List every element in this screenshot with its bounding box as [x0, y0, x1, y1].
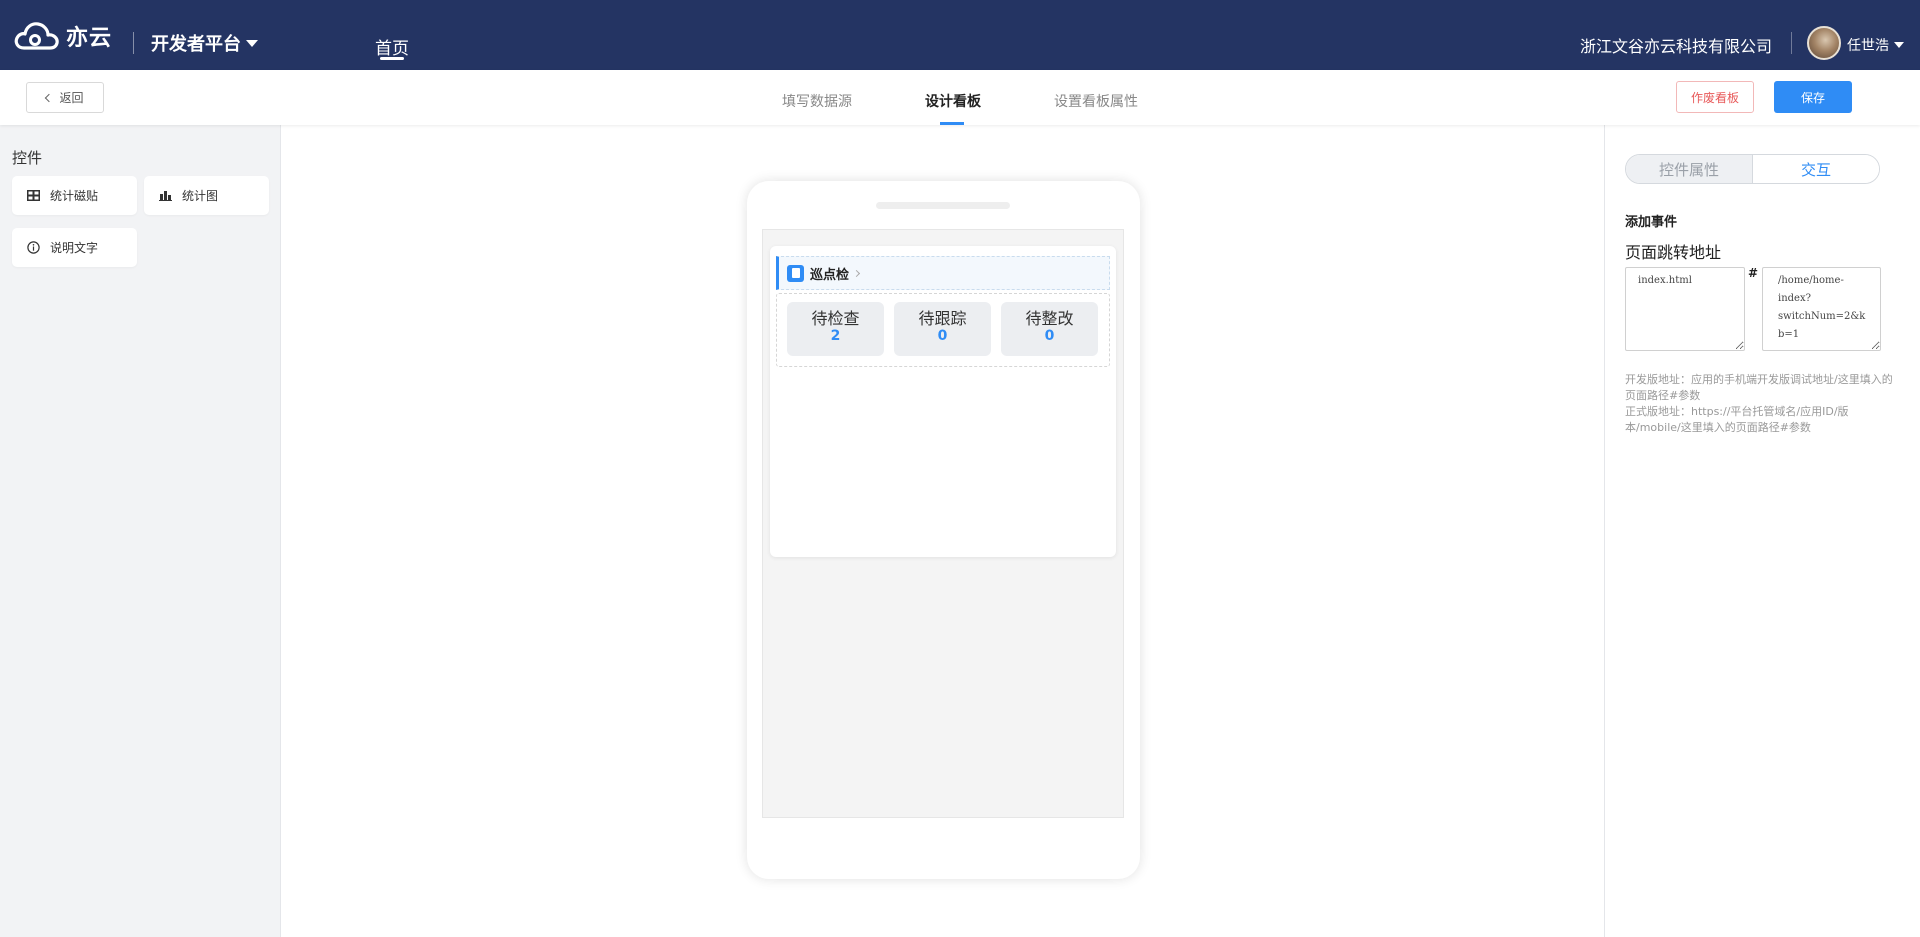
stat-value: 0	[1044, 328, 1055, 344]
username-label: 任世浩	[1847, 38, 1889, 54]
platform-label: 开发者平台	[151, 34, 241, 55]
stat-tile[interactable]: 待跟踪 0	[894, 302, 991, 356]
component-description-text[interactable]: 说明文字	[12, 228, 137, 267]
info-circle-icon	[26, 241, 40, 255]
stat-value: 0	[937, 328, 948, 344]
platform-dropdown[interactable]: 开发者平台	[151, 30, 258, 56]
header-divider	[133, 32, 134, 54]
avatar[interactable]	[1807, 26, 1841, 60]
card-header[interactable]: 巡点检	[776, 256, 1110, 290]
component-label: 统计图	[182, 189, 219, 203]
component-stat-chart[interactable]: 统计图	[144, 176, 269, 215]
property-tabs: 控件属性 交互	[1625, 154, 1880, 184]
hash-separator: #	[1748, 266, 1759, 280]
brand-name: 亦云	[66, 26, 113, 51]
chevron-left-icon	[45, 93, 54, 102]
tile-grid-icon	[26, 189, 40, 203]
page-params-input[interactable]: /home/home-index?switchNum=2&kb=1	[1762, 267, 1881, 351]
stat-tile[interactable]: 待整改 0	[1001, 302, 1098, 356]
stat-label: 待跟踪	[918, 309, 967, 328]
add-event-title: 添加事件	[1625, 215, 1678, 230]
component-label: 统计磁贴	[50, 189, 99, 203]
back-button[interactable]: 返回	[26, 82, 104, 113]
help-prod-address: 正式版地址：https://平台托管域名/应用ID/版本/mobile/这里填入…	[1625, 405, 1849, 434]
tab-design-board[interactable]: 设计看板	[925, 91, 981, 111]
phone-speaker	[876, 202, 1010, 209]
caret-down-icon	[1894, 42, 1904, 48]
stat-label: 待整改	[1025, 309, 1074, 328]
cloud-logo-icon	[14, 22, 59, 50]
editor-toolbar: 返回 填写数据源 设计看板 设置看板属性 作废看板 保存	[0, 70, 1920, 125]
stat-label: 待检查	[811, 309, 860, 328]
tab-active-indicator	[940, 122, 964, 125]
chevron-right-icon	[852, 269, 861, 277]
bar-chart-icon	[158, 189, 172, 203]
tab-interaction[interactable]: 交互	[1752, 155, 1879, 183]
void-board-button[interactable]: 作废看板	[1676, 81, 1754, 113]
user-menu[interactable]: 任世浩	[1847, 35, 1904, 55]
tab-component-properties[interactable]: 控件属性	[1626, 155, 1752, 183]
save-button[interactable]: 保存	[1774, 81, 1852, 113]
stat-tile[interactable]: 待检查 2	[787, 302, 884, 356]
component-stat-tile[interactable]: 统计磁贴	[12, 176, 137, 215]
components-title: 控件	[12, 149, 43, 167]
caret-down-icon	[246, 39, 258, 47]
help-dev-address: 开发版地址：应用的手机端开发版调试地址/这里填入的页面路径#参数	[1625, 373, 1893, 402]
top-header: 亦云 开发者平台 首页 浙江文谷亦云科技有限公司 任世浩	[0, 0, 1920, 70]
document-icon	[787, 264, 804, 282]
user-divider	[1791, 32, 1792, 54]
nav-home[interactable]: 首页	[375, 34, 409, 59]
company-name: 浙江文谷亦云科技有限公司	[1580, 37, 1773, 56]
nav-active-indicator	[380, 57, 404, 60]
tab-data-source[interactable]: 填写数据源	[782, 91, 852, 111]
brand-logo[interactable]: 亦云	[14, 20, 112, 52]
help-text: 开发版地址：应用的手机端开发版调试地址/这里填入的页面路径#参数 正式版地址：h…	[1625, 372, 1897, 436]
back-label: 返回	[59, 91, 84, 105]
tab-board-properties[interactable]: 设置看板属性	[1054, 91, 1138, 111]
card-title: 巡点检	[810, 267, 850, 283]
stat-value: 2	[830, 328, 841, 344]
jump-url-label: 页面跳转地址	[1625, 243, 1722, 262]
page-path-input[interactable]: index.html	[1625, 267, 1745, 351]
component-label: 说明文字	[50, 241, 99, 255]
